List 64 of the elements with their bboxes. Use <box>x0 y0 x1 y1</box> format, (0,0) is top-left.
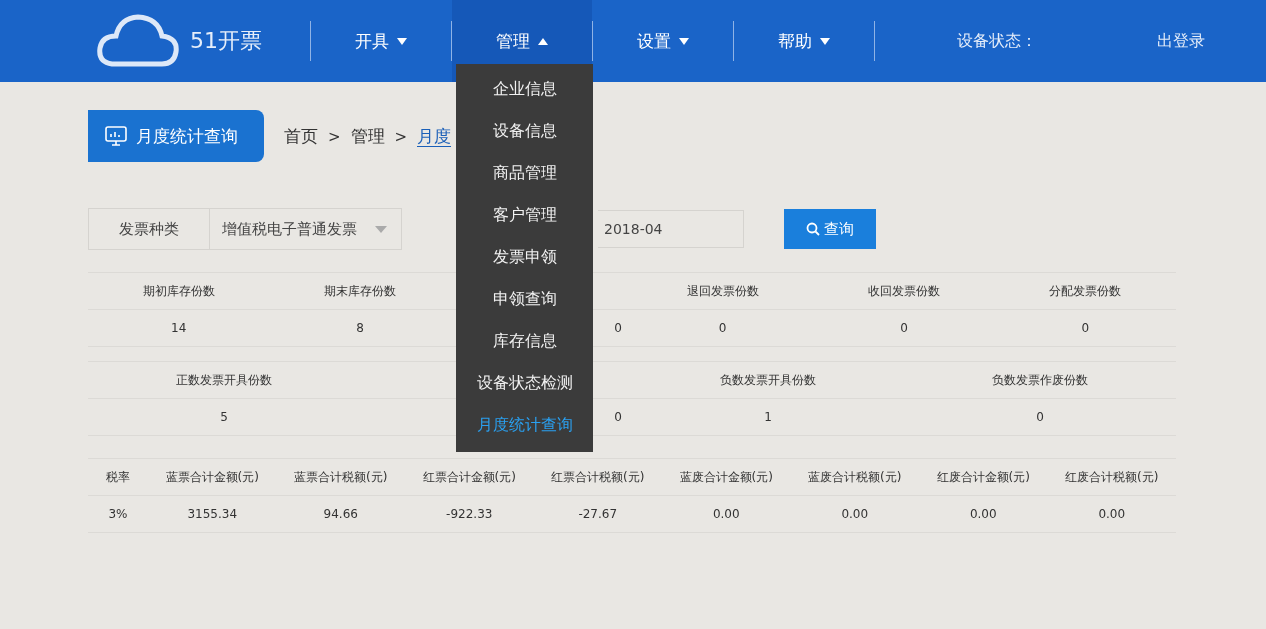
column-header: 收回发票份数 <box>813 273 995 310</box>
nav-menu[interactable]: 开具 <box>311 0 451 82</box>
column-header: 负数发票开具份数 <box>632 362 904 399</box>
column-header: 蓝废合计税额(元) <box>790 459 919 496</box>
table-cell: 94.66 <box>276 496 405 533</box>
menu-item[interactable]: 月度统计查询 <box>456 404 593 446</box>
table-cell: 0.00 <box>919 496 1048 533</box>
invoice-type-select[interactable]: 发票种类 增值税电子普通发票 <box>88 208 402 250</box>
table-cell: -27.67 <box>533 496 662 533</box>
table-cell: 0 <box>813 310 995 347</box>
table-cell: 0 <box>994 310 1176 347</box>
table-cell: 5 <box>88 399 360 436</box>
breadcrumb-separator: > <box>394 127 408 146</box>
table-cell: -922.33 <box>405 496 534 533</box>
menu-item[interactable]: 库存信息 <box>456 320 593 362</box>
table-cell: 1 <box>632 399 904 436</box>
column-header: 期末库存份数 <box>269 273 451 310</box>
device-status-label: 设备状态： <box>957 30 1037 52</box>
logout-link[interactable]: 出登录 <box>1157 30 1205 52</box>
column-header: 红废合计税额(元) <box>1047 459 1176 496</box>
column-header: 红票合计金额(元) <box>405 459 534 496</box>
menu-item[interactable]: 商品管理 <box>456 152 593 194</box>
caret-icon <box>538 37 548 45</box>
column-header: 红废合计金额(元) <box>919 459 1048 496</box>
search-icon <box>806 222 820 236</box>
breadcrumb-item[interactable]: 首页 <box>284 125 318 146</box>
table-cell: 8 <box>269 310 451 347</box>
table-cell: 3% <box>88 496 148 533</box>
menu-item[interactable]: 设备状态检测 <box>456 362 593 404</box>
query-button[interactable]: 查询 <box>784 209 876 249</box>
column-header: 蓝废合计金额(元) <box>662 459 791 496</box>
nav-menu[interactable]: 帮助 <box>734 0 874 82</box>
menu-item[interactable]: 设备信息 <box>456 110 593 152</box>
table-cell: 14 <box>88 310 270 347</box>
column-header: 税率 <box>88 459 148 496</box>
column-header: 红票合计税额(元) <box>533 459 662 496</box>
table-cell: 3155.34 <box>148 496 277 533</box>
column-header: 蓝票合计金额(元) <box>148 459 277 496</box>
menu-item[interactable]: 客户管理 <box>456 194 593 236</box>
table-cell: 0 <box>632 310 814 347</box>
table-cell: 0 <box>904 399 1176 436</box>
nav-menu[interactable]: 设置 <box>593 0 733 82</box>
logo-text: 51开票 <box>190 27 262 55</box>
month-field[interactable]: 2018-04 <box>598 210 744 248</box>
breadcrumb-link[interactable]: 月度 <box>417 125 452 147</box>
chart-monitor-icon <box>104 124 128 148</box>
column-header: 负数发票作废份数 <box>904 362 1176 399</box>
column-header: 退回发票份数 <box>632 273 814 310</box>
column-header: 蓝票合计税额(元) <box>276 459 405 496</box>
caret-icon <box>375 225 387 233</box>
caret-icon <box>820 37 830 45</box>
table-cell: 0.00 <box>1047 496 1176 533</box>
breadcrumb-item[interactable]: 管理 <box>350 125 385 146</box>
table-cell: 0.00 <box>790 496 919 533</box>
column-header: 期初库存份数 <box>88 273 270 310</box>
cloud-logo-icon <box>96 12 180 70</box>
table-cell: 0.00 <box>662 496 791 533</box>
caret-icon <box>679 37 689 45</box>
caret-icon <box>397 37 407 45</box>
breadcrumb-separator: > <box>328 127 341 146</box>
menu-item[interactable]: 发票申领 <box>456 236 593 278</box>
column-header: 正数发票开具份数 <box>88 362 360 399</box>
menu-item[interactable]: 申领查询 <box>456 278 593 320</box>
column-header: 分配发票份数 <box>994 273 1176 310</box>
